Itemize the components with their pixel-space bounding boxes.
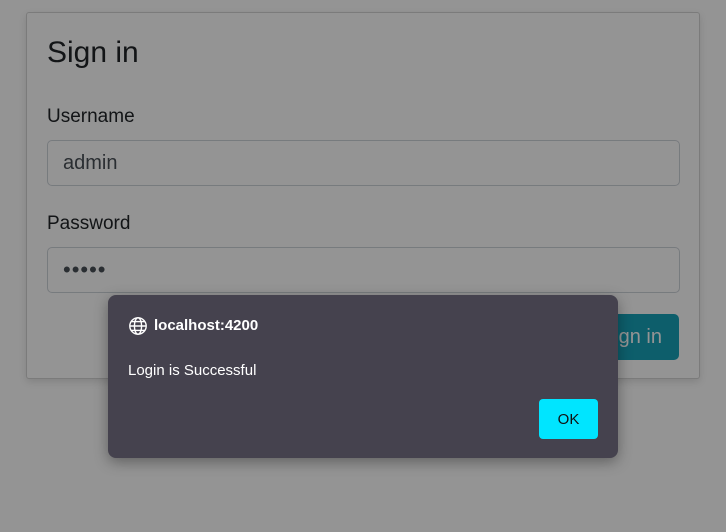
alert-dialog: localhost:4200 Login is Successful OK xyxy=(108,295,618,458)
ok-button[interactable]: OK xyxy=(539,399,598,439)
dialog-message: Login is Successful xyxy=(128,362,257,379)
dialog-origin: localhost:4200 xyxy=(154,317,259,334)
dialog-header: localhost:4200 xyxy=(128,316,258,336)
globe-icon xyxy=(128,316,148,336)
